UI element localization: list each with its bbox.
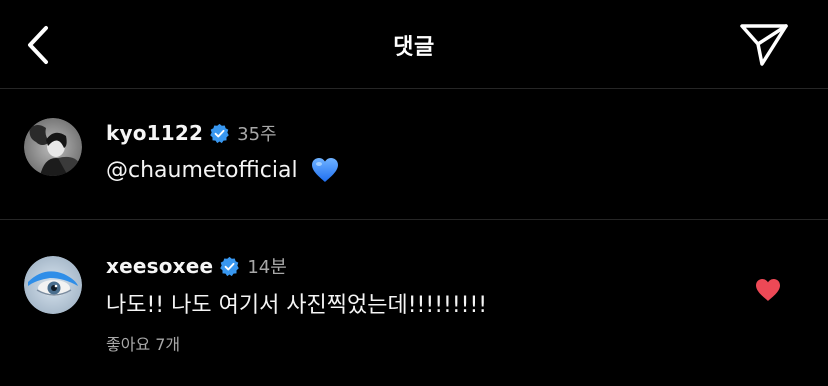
page-title: 댓글 bbox=[393, 35, 435, 60]
share-button[interactable] bbox=[738, 20, 790, 68]
paper-plane-icon bbox=[740, 24, 788, 66]
comment-time: 35주 bbox=[237, 124, 277, 145]
heart-icon bbox=[756, 279, 780, 301]
verified-badge-icon bbox=[219, 256, 240, 277]
verified-badge-icon bbox=[209, 123, 230, 144]
header-bar: 댓글 bbox=[0, 0, 828, 89]
avatar[interactable] bbox=[24, 118, 82, 176]
comment-meta: kyo1122 35주 bbox=[106, 119, 277, 147]
avatar[interactable] bbox=[24, 256, 82, 314]
blue-heart-emoji bbox=[310, 156, 340, 184]
comment-text: @chaumetofficial bbox=[106, 154, 340, 186]
comment-meta: xeesoxee 14분 bbox=[106, 252, 287, 280]
likes-count[interactable]: 좋아요 7개 bbox=[106, 331, 180, 355]
comments-screen: 댓글 kyo1122 35주 @chaumetofficial xeesoxee… bbox=[0, 0, 828, 386]
like-button[interactable] bbox=[754, 277, 782, 303]
comment-text: 나도!! 나도 여기서 사진찍었는데!!!!!!!!! bbox=[106, 293, 488, 318]
username[interactable]: xeesoxee bbox=[106, 254, 213, 278]
comment-time: 14분 bbox=[247, 257, 287, 278]
mention-link[interactable]: @chaumetofficial bbox=[106, 158, 298, 183]
comment-item: xeesoxee 14분 나도!! 나도 여기서 사진찍었는데!!!!!!!!!… bbox=[0, 220, 828, 386]
username[interactable]: kyo1122 bbox=[106, 121, 203, 145]
comment-item: kyo1122 35주 @chaumetofficial bbox=[0, 89, 828, 220]
